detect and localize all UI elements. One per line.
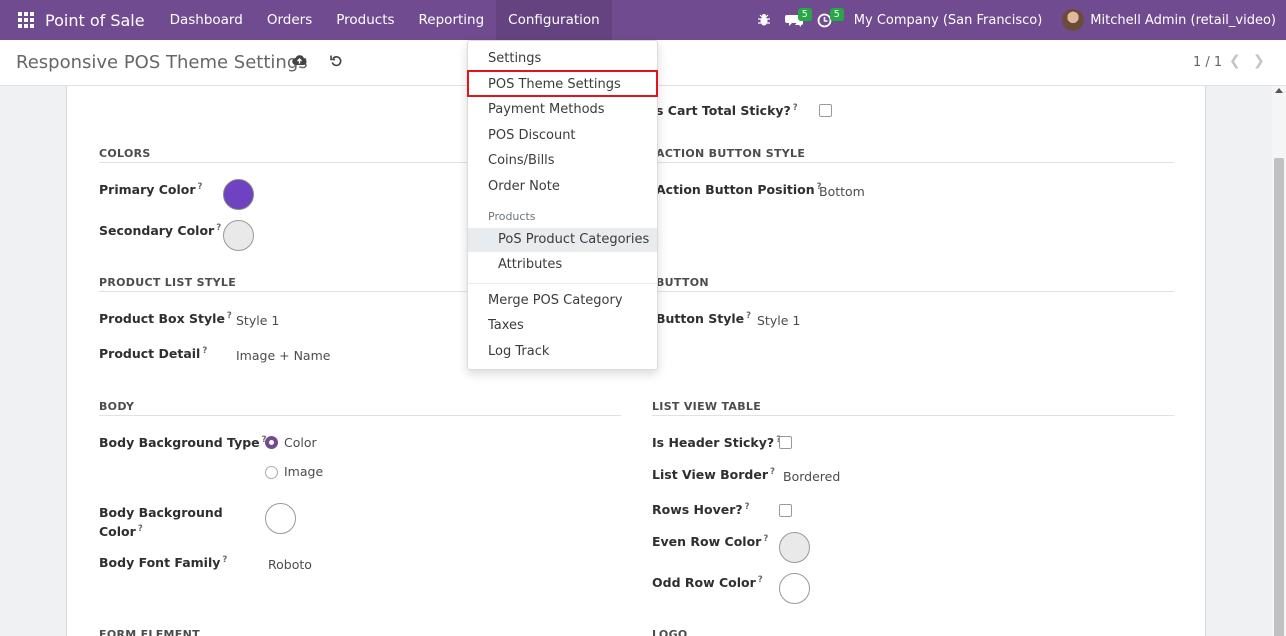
section-action-button-style: ACTION BUTTON STYLE [656,147,806,160]
chevron-left-icon[interactable]: ❮ [1229,53,1241,69]
divider [652,415,1174,416]
section-product-list-style: PRODUCT LIST STYLE [99,276,237,289]
user-menu[interactable]: Mitchell Admin (retail_video) [1062,9,1276,31]
product-box-style-value[interactable]: Style 1 [236,313,279,328]
button-style-value[interactable]: Style 1 [757,313,800,328]
app-brand[interactable]: Point of Sale [45,11,145,30]
dropdown-divider [468,283,657,284]
clock-icon[interactable]: 5 [817,0,844,40]
divider [99,415,621,416]
body-font-family-value[interactable]: Roboto [268,557,312,572]
bug-icon[interactable] [757,0,771,40]
primary-color-label: Primary Color? [99,182,203,198]
chevron-right-icon[interactable]: ❯ [1253,53,1265,69]
activity-count-badge: 5 [829,8,844,21]
rows-hover-label: Rows Hover?? [652,502,750,518]
menu-products[interactable]: Products [324,0,406,40]
page-title: Responsive POS Theme Settings [16,52,308,73]
body-background-type-label: Body Background Type? [99,435,267,451]
button-style-label: Button Style? [656,311,752,327]
action-button-position-label: Action Button Position? [656,182,822,198]
divider [656,291,1174,292]
section-button: BUTTON [656,276,709,289]
product-box-style-label: Product Box Style? [99,311,232,327]
product-detail-value[interactable]: Image + Name [236,348,330,363]
odd-row-color-label: Odd Row Color? [652,575,763,591]
scroll-up-arrow-icon[interactable] [1275,88,1283,93]
dropdown-item-settings[interactable]: Settings [468,47,657,71]
section-list-view-table: LIST VIEW TABLE [652,400,762,413]
radio-image[interactable] [265,466,278,479]
navbar-systray: 5 5 My Company (San Francisco) Mitchell … [757,0,1286,40]
divider [656,162,1174,163]
body-background-color-swatch[interactable] [265,503,296,534]
section-body: BODY [99,400,135,413]
body-font-family-label: Body Font Family? [99,555,228,571]
section-logo: LOGO [652,628,688,636]
avatar [1062,9,1085,31]
highlight-box [467,70,658,97]
dropdown-item-attributes[interactable]: Attributes [468,253,657,277]
menu-dashboard[interactable]: Dashboard [158,0,255,40]
body-background-color-label-line2: Color? [99,524,143,540]
dropdown-item-payment-methods[interactable]: Payment Methods [468,98,657,122]
dropdown-header-products: Products [488,210,536,223]
company-switcher[interactable]: My Company (San Francisco) [854,13,1042,28]
section-form-element: FORM ELEMENT [99,628,200,636]
header-sticky-label: Is Header Sticky?? [652,435,781,451]
menu-reporting[interactable]: Reporting [407,0,497,40]
dropdown-item-taxes[interactable]: Taxes [468,314,657,338]
pager-value: 1 / 1 [1193,55,1223,70]
messages-count-badge: 5 [797,8,812,21]
dropdown-item-order-note[interactable]: Order Note [468,175,657,199]
configuration-dropdown: Settings POS Theme Settings Payment Meth… [467,40,658,370]
list-view-border-value[interactable]: Bordered [783,469,840,484]
grid-icon[interactable] [16,10,36,30]
section-colors: COLORS [99,147,151,160]
body-background-color-label: Body Background [99,505,223,520]
undo-icon[interactable] [330,54,343,71]
dropdown-item-pos-product-categories[interactable]: PoS Product Categories [468,228,657,252]
radio-color[interactable] [265,436,278,449]
list-view-border-label: List View Border? [652,467,775,483]
menu-configuration[interactable]: Configuration [496,0,612,40]
rows-hover-checkbox[interactable] [779,504,792,517]
cart-total-sticky-label: s Cart Total Sticky?? [656,103,798,119]
radio-color-label[interactable]: Color [284,435,317,450]
cart-total-sticky-checkbox[interactable] [819,104,832,117]
dropdown-item-merge-pos-category[interactable]: Merge POS Category [468,289,657,313]
primary-color-swatch[interactable] [223,179,254,210]
even-row-color-swatch[interactable] [779,532,810,563]
menu-orders[interactable]: Orders [255,0,324,40]
product-detail-label: Product Detail? [99,346,208,362]
action-button-position-value[interactable]: Bottom [819,184,865,199]
dropdown-item-log-track[interactable]: Log Track [468,340,657,364]
secondary-color-swatch[interactable] [223,220,254,251]
top-navbar: Point of Sale Dashboard Orders Products … [0,0,1286,40]
header-sticky-checkbox[interactable] [779,436,792,449]
dropdown-item-pos-discount[interactable]: POS Discount [468,124,657,148]
odd-row-color-swatch[interactable] [779,573,810,604]
scrollbar-thumb[interactable] [1274,158,1284,636]
chat-icon[interactable]: 5 [784,0,812,40]
cloud-upload-icon[interactable] [292,54,307,71]
radio-image-label[interactable]: Image [284,464,323,479]
dropdown-item-coins-bills[interactable]: Coins/Bills [468,149,657,173]
user-name: Mitchell Admin (retail_video) [1090,12,1276,28]
even-row-color-label: Even Row Color? [652,534,769,550]
page-scrollbar[interactable] [1272,86,1286,636]
secondary-color-label: Secondary Color? [99,223,222,239]
